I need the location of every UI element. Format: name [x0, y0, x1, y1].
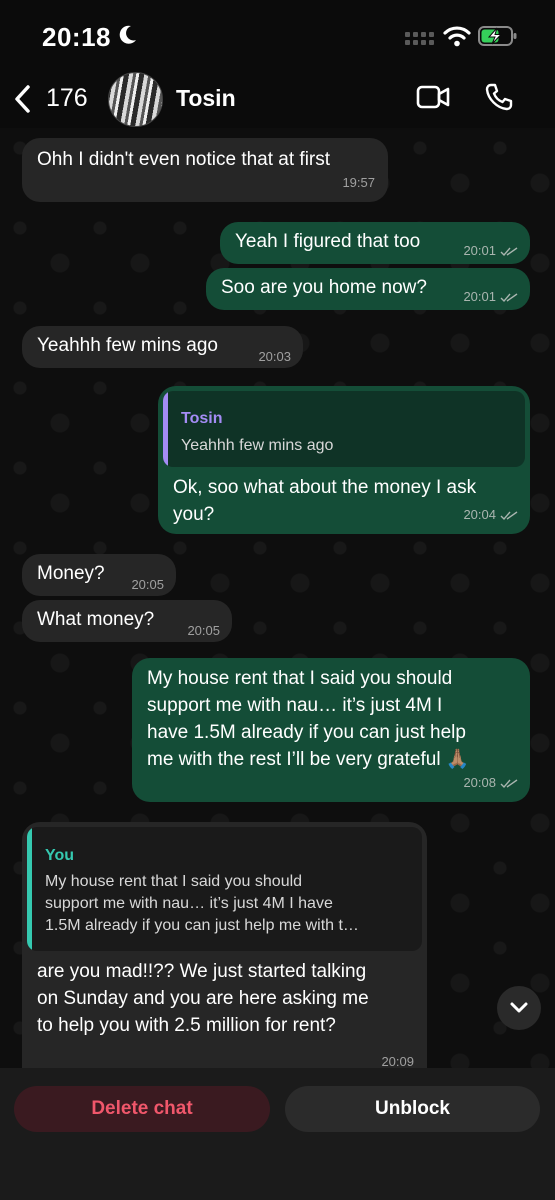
video-call-icon[interactable]: [416, 84, 450, 110]
message-text: Yeah I figured that too: [235, 231, 421, 252]
quote-bar: [27, 827, 32, 951]
message-time: 20:08: [463, 775, 496, 790]
moon-icon: [119, 25, 136, 44]
message-text-line: to help you with 2.5 million for rent?: [37, 1015, 336, 1036]
message-time: 20:01: [463, 243, 496, 258]
wifi-icon: [443, 26, 471, 47]
message-incoming-reply[interactable]: You My house rent that I said you should…: [22, 822, 427, 1069]
delete-chat-button[interactable]: Delete chat: [14, 1086, 270, 1132]
read-receipt-icon: [500, 292, 518, 302]
message-outgoing[interactable]: Yeah I figured that too 20:01: [220, 222, 530, 264]
message-time: 20:04: [463, 507, 496, 522]
quote-bar: [163, 391, 168, 467]
message-text-line: you?: [173, 504, 215, 525]
read-receipt-icon: [500, 778, 518, 788]
message-time: 20:01: [463, 289, 496, 304]
message-incoming[interactable]: Money? 20:05: [22, 554, 176, 596]
message-text-line: My house rent that I said you should: [147, 668, 453, 689]
message-time: 20:05: [131, 577, 164, 592]
blocked-actions-bar: Delete chat Unblock: [0, 1068, 555, 1200]
quote-author: Tosin: [181, 410, 223, 427]
message-text: Yeahhh few mins ago: [37, 335, 218, 356]
message-text-line: support me with nau… it’s just 4M I: [147, 695, 443, 716]
quoted-message[interactable]: Tosin Yeahhh few mins ago: [163, 391, 525, 467]
battery-charging-icon: [478, 26, 517, 46]
contact-name[interactable]: Tosin: [176, 85, 236, 112]
message-incoming[interactable]: What money? 20:05: [22, 600, 232, 642]
chevron-down-icon: [510, 1002, 528, 1013]
message-incoming[interactable]: Ohh I didn't even notice that at first 1…: [22, 138, 388, 202]
status-time: 20:18: [42, 22, 111, 52]
quote-text-line: My house rent that I said you should: [45, 873, 303, 890]
read-receipt-icon: [500, 246, 518, 256]
message-outgoing-reply[interactable]: Tosin Yeahhh few mins ago Ok, soo what a…: [158, 386, 530, 534]
message-text-line: are you mad!!?? We just started talking: [37, 961, 367, 982]
chevron-left-icon[interactable]: [12, 84, 34, 114]
message-outgoing[interactable]: My house rent that I said you should sup…: [132, 658, 530, 802]
phone-call-icon[interactable]: [484, 82, 514, 112]
message-text-line: me with the rest I’ll be very grateful 🙏…: [147, 749, 470, 770]
message-time: 19:57: [342, 175, 375, 190]
quote-text-line: support me with nau… it’s just 4M I have: [45, 895, 333, 912]
read-receipt-icon: [500, 510, 518, 520]
back-unread-count[interactable]: 176: [46, 84, 88, 113]
status-bar: 20:18: [0, 0, 555, 70]
chat-header: 176 Tosin: [0, 70, 555, 128]
message-time: 20:03: [258, 349, 291, 364]
message-incoming[interactable]: Yeahhh few mins ago 20:03: [22, 326, 303, 368]
message-text-line: Ok, soo what about the money I ask: [173, 477, 477, 498]
quote-text: Yeahhh few mins ago: [181, 437, 334, 454]
quote-text-line: 1.5M already if you can just help me wit…: [45, 917, 359, 934]
quote-author: You: [45, 847, 75, 864]
message-text: Ohh I didn't even notice that at first: [37, 149, 331, 170]
message-time: 20:05: [187, 623, 220, 638]
unblock-button[interactable]: Unblock: [285, 1086, 540, 1132]
cellular-signal-icon: [405, 32, 435, 46]
message-outgoing[interactable]: Soo are you home now? 20:01: [206, 268, 530, 310]
message-text: What money?: [37, 609, 155, 630]
avatar[interactable]: [108, 72, 163, 127]
message-text: Money?: [37, 563, 105, 584]
scroll-to-bottom-button[interactable]: [497, 986, 541, 1030]
quoted-message[interactable]: You My house rent that I said you should…: [27, 827, 422, 951]
message-text: Soo are you home now?: [221, 277, 427, 298]
message-text-line: on Sunday and you are here asking me: [37, 988, 369, 1009]
message-text-line: have 1.5M already if you can just help: [147, 722, 466, 743]
